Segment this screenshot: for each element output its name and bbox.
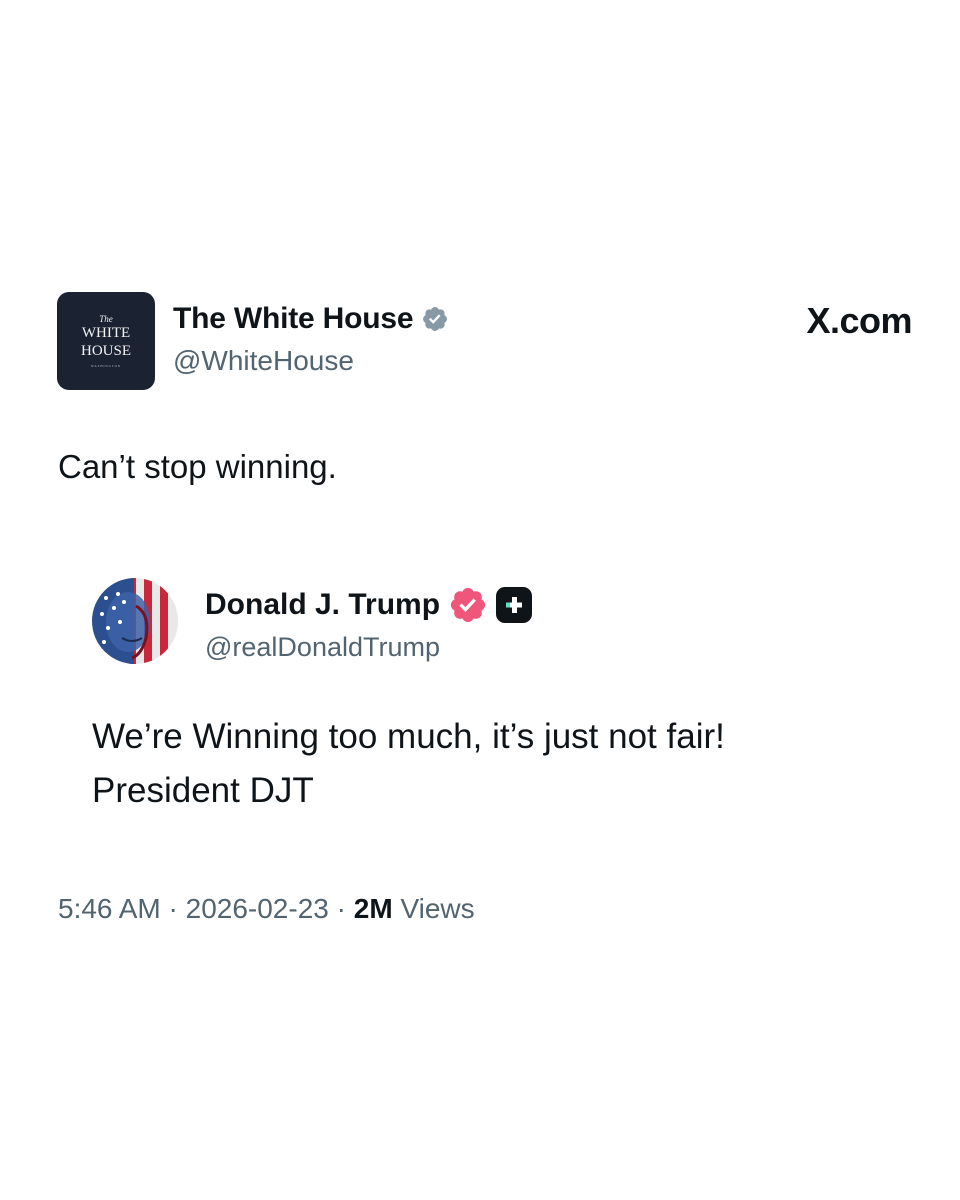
pink-check-badge-icon <box>450 587 486 623</box>
quoted-author-name[interactable]: Donald J. Trump <box>205 585 533 625</box>
flag-portrait-image <box>92 578 178 664</box>
tweet-card: The WHITE HOUSE WASHINGTON The White Hou… <box>0 0 960 1200</box>
avatar-text-the: The <box>99 314 113 324</box>
avatar-text-house: HOUSE <box>80 343 131 359</box>
meta-separator: · <box>168 893 178 924</box>
quoted-author-name-text: Donald J. Trump <box>205 588 441 621</box>
white-house-avatar[interactable]: The WHITE HOUSE WASHINGTON <box>57 292 155 390</box>
author-name-text: The White House <box>173 302 414 335</box>
quoted-text-line: We’re Winning too much, it’s just not fa… <box>92 717 725 756</box>
views-label: Views <box>400 893 475 924</box>
quoted-author-handle[interactable]: @realDonaldTrump <box>205 632 440 663</box>
author-handle[interactable]: @WhiteHouse <box>173 345 354 377</box>
tweet-meta: 5:46 AM · 2026-02-23 · 2M Views <box>58 893 475 925</box>
author-name[interactable]: The White House <box>173 302 449 336</box>
views-count: 2M <box>353 893 393 924</box>
site-label: X.com <box>806 300 912 341</box>
meta-separator: · <box>336 893 346 924</box>
avatar-text-white: WHITE <box>81 325 131 341</box>
truth-social-icon <box>496 587 533 623</box>
gray-check-badge-icon <box>423 307 448 331</box>
tweet-text: Can’t stop winning. <box>58 448 337 485</box>
quoted-tweet-text: We’re Winning too much, it’s just not fa… <box>92 710 725 818</box>
tweet-date[interactable]: 2026-02-23 <box>186 893 329 924</box>
tweet-time[interactable]: 5:46 AM <box>58 893 161 924</box>
trump-avatar[interactable] <box>92 578 178 664</box>
quoted-text-line: President DJT <box>92 771 314 810</box>
avatar-text-washington: WASHINGTON <box>91 364 121 368</box>
